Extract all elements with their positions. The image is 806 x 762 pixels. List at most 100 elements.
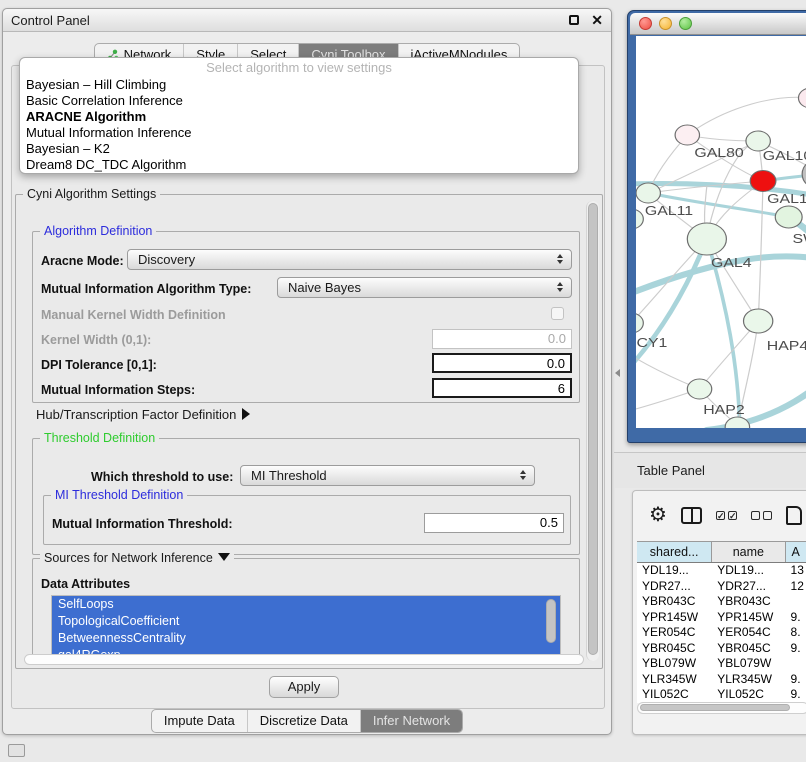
cell-cut: 9. (786, 641, 806, 657)
network-canvas[interactable]: GAL GAL80 GAL10 GAL1 GAL11 SWI4 GAL4 GCY… (636, 36, 806, 428)
attributes-list-scrollbar[interactable] (545, 599, 558, 659)
close-icon[interactable]: ✕ (591, 15, 603, 25)
cell-shared-name: YPR145W (637, 610, 712, 626)
node-hap4[interactable] (744, 309, 773, 333)
table-toolbar: ⚙ ✓✓ (633, 497, 806, 533)
cell-cut (786, 594, 806, 610)
data-attribute-item[interactable]: SelfLoops (52, 596, 560, 613)
algorithm-dropdown-prompt: Select algorithm to view settings (20, 60, 578, 77)
node-label: GAL10 (763, 149, 806, 163)
tab-discretize-data[interactable]: Discretize Data (248, 710, 361, 732)
table-row[interactable]: YPR145WYPR145W9. (637, 610, 806, 626)
node-bottom-cut[interactable] (725, 417, 749, 428)
table-row[interactable]: YIL052CYIL052C9. (637, 687, 806, 703)
node-gal1[interactable] (750, 171, 776, 192)
node-hap2[interactable] (687, 379, 711, 399)
hub-definition-label: Hub/Transcription Factor Definition (36, 407, 236, 422)
data-attributes-list[interactable]: SelfLoopsTopologicalCoefficientBetweenne… (51, 595, 561, 661)
node-unlabeled-mid[interactable] (746, 131, 770, 151)
uncheck-all-icon[interactable] (751, 511, 772, 520)
spinner-arrows-icon (557, 282, 564, 292)
algorithm-option[interactable]: Mutual Information Inference (20, 125, 578, 141)
column-header-name[interactable]: name (712, 542, 785, 562)
apply-button[interactable]: Apply (269, 676, 339, 698)
threshold-definition-title: Threshold Definition (40, 431, 159, 445)
table-panel-title: Table Panel (637, 463, 705, 478)
node-table: shared... name A YDL19...YDL19...13YDR27… (637, 541, 806, 703)
gear-icon[interactable]: ⚙ (649, 505, 667, 525)
sources-title[interactable]: Sources for Network Inference (40, 551, 234, 565)
kernel-width-field[interactable]: 0.0 (432, 329, 572, 349)
dpi-tolerance-field[interactable]: 0.0 (432, 353, 572, 373)
table-row[interactable]: YDR27...YDR27...12 (637, 579, 806, 595)
mi-algorithm-type-label: Mutual Information Algorithm Type: (41, 282, 251, 296)
cyni-algorithm-settings-group: Cyni Algorithm Settings Algorithm Defini… (15, 194, 603, 669)
cell-name: YBR045C (712, 641, 785, 657)
dpi-tolerance-label: DPI Tolerance [0,1]: (41, 358, 157, 372)
tab-impute-data[interactable]: Impute Data (152, 710, 248, 732)
network-window-titlebar (630, 13, 806, 35)
cell-name: YBL079W (712, 656, 785, 672)
cell-shared-name: YDR27... (637, 579, 712, 595)
mi-steps-field[interactable]: 6 (432, 378, 572, 398)
cyni-algorithm-settings-title: Cyni Algorithm Settings (23, 187, 160, 201)
settings-vertical-scrollbar[interactable] (586, 201, 599, 661)
node-gal-cut[interactable] (798, 88, 806, 108)
algorithm-definition-group: Algorithm Definition Aracne Mode: Discov… (32, 231, 580, 403)
hub-definition-toggle[interactable]: Hub/Transcription Factor Definition (36, 407, 250, 422)
mi-threshold-field[interactable]: 0.5 (424, 513, 564, 533)
aracne-mode-select[interactable]: Discovery (127, 249, 572, 270)
table-row[interactable]: YLR345WYLR345W9. (637, 672, 806, 688)
float-icon[interactable] (569, 15, 579, 25)
mi-algorithm-type-value: Naive Bayes (288, 280, 361, 295)
algorithm-option[interactable]: Basic Correlation Inference (20, 93, 578, 109)
split-columns-icon[interactable] (681, 507, 702, 524)
cell-shared-name: YIL052C (637, 687, 712, 703)
cell-shared-name: YDL19... (637, 563, 712, 579)
column-header-shared-name[interactable]: shared... (637, 542, 712, 562)
window-zoom-light[interactable] (679, 17, 692, 30)
window-minimize-light[interactable] (659, 17, 672, 30)
algorithm-option[interactable]: Bayesian – Hill Climbing (20, 77, 578, 93)
data-attribute-item[interactable]: TopologicalCoefficient (52, 613, 560, 630)
node-gal4[interactable] (687, 223, 726, 255)
node-edge-left[interactable] (636, 209, 643, 229)
table-row[interactable]: YDL19...YDL19...13 (637, 563, 806, 579)
node-gal80[interactable] (675, 125, 699, 145)
cell-name: YLR345W (712, 672, 785, 688)
table-panel-header: Table Panel (614, 452, 806, 488)
data-attribute-item[interactable]: BetweennessCentrality (52, 630, 560, 647)
table-row[interactable]: YBR043CYBR043C (637, 594, 806, 610)
show-panel-button[interactable] (8, 744, 25, 757)
network-view-window: GAL GAL80 GAL10 GAL1 GAL11 SWI4 GAL4 GCY… (627, 10, 806, 443)
table-row[interactable]: YBR045CYBR045C9. (637, 641, 806, 657)
document-icon[interactable] (786, 506, 802, 525)
cell-cut: 8. (786, 625, 806, 641)
manual-kernel-width-checkbox[interactable] (551, 307, 564, 320)
table-horizontal-scrollbar[interactable] (637, 702, 806, 714)
algorithm-option[interactable]: Bayesian – K2 (20, 141, 578, 157)
which-threshold-select[interactable]: MI Threshold (240, 465, 535, 486)
table-row[interactable]: YER054CYER054C8. (637, 625, 806, 641)
algorithm-option[interactable]: ARACNE Algorithm (20, 109, 578, 125)
column-header-cut[interactable]: A (786, 542, 806, 562)
manual-kernel-width-label: Manual Kernel Width Definition (41, 308, 226, 322)
node-gal11[interactable] (636, 183, 660, 203)
tab-infer-network[interactable]: Infer Network (361, 710, 462, 732)
node-swi4[interactable] (775, 206, 802, 228)
cell-shared-name: YER054C (637, 625, 712, 641)
table-row[interactable]: YBL079WYBL079W (637, 656, 806, 672)
algorithm-option[interactable]: Dream8 DC_TDC Algorithm (20, 157, 578, 173)
mi-algorithm-type-select[interactable]: Naive Bayes (277, 277, 572, 298)
network-graph: GAL GAL80 GAL10 GAL1 GAL11 SWI4 GAL4 GCY… (636, 36, 806, 428)
node-gcy1[interactable] (636, 313, 643, 333)
collapsed-arrow-icon (242, 408, 250, 420)
window-close-light[interactable] (639, 17, 652, 30)
node-label: GAL80 (694, 146, 743, 160)
settings-horizontal-scrollbar[interactable] (24, 654, 584, 665)
check-all-icon[interactable]: ✓✓ (716, 511, 737, 520)
node-label: GAL4 (711, 256, 752, 270)
sources-title-label: Sources for Network Inference (44, 551, 213, 565)
panel-divider-collapse-icon[interactable] (615, 369, 620, 377)
which-threshold-value: MI Threshold (251, 468, 327, 483)
